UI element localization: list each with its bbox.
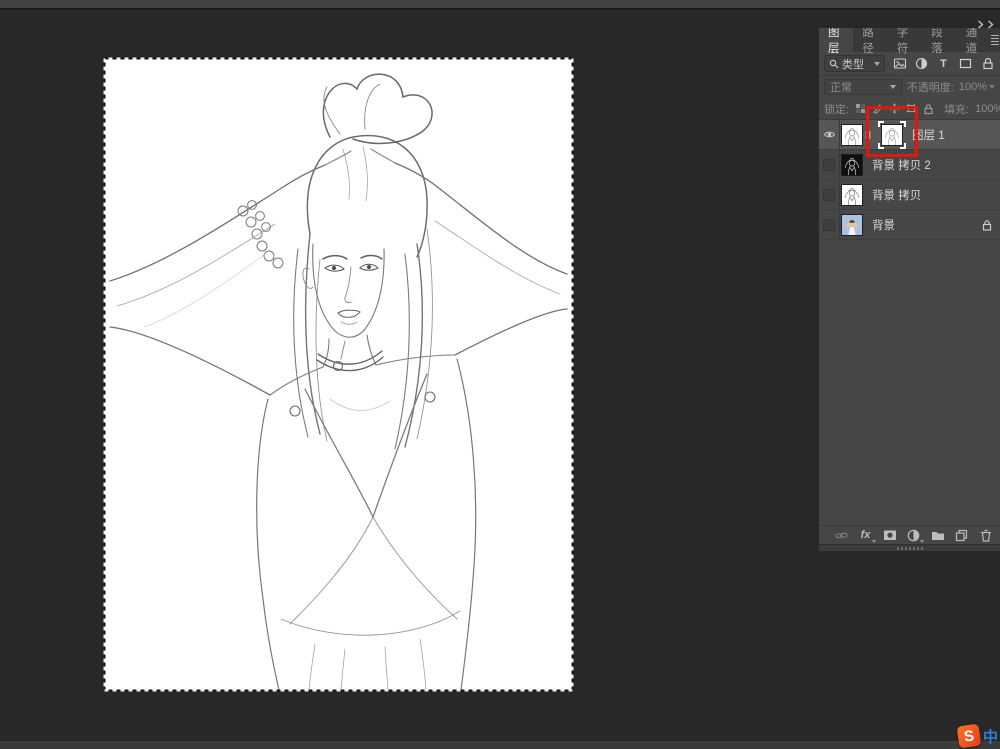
tab-character[interactable]: 字符 [888,28,922,52]
mask-selected-corner [878,121,884,127]
chevron-down-icon [890,85,896,89]
adjustment-layer-button[interactable] [906,528,921,543]
link-layers-button[interactable] [834,528,849,543]
chevron-down-icon [874,62,880,66]
opacity-label: 不透明度: [907,79,954,95]
fill-value: 100% [975,103,1000,115]
mask-selected-corner [878,143,884,149]
window-top-bar [0,0,1000,10]
document-canvas[interactable] [105,59,572,690]
tab-paths[interactable]: 路径 [853,28,887,52]
visibility-toggle[interactable] [819,120,840,149]
lock-label: 锁定: [824,101,849,117]
filter-kind-label: 类型 [842,56,864,72]
chevron-down-icon [920,540,924,543]
ime-lang-indicator[interactable]: 中 [983,726,998,747]
layer-mask-thumbnail[interactable] [881,124,903,146]
eye-icon [823,130,836,139]
delete-layer-button[interactable] [978,528,993,543]
chevron-down-icon [989,85,995,89]
fill-value-select[interactable]: 100% [975,103,1000,115]
panel-tab-bar: 图层 路径 字符 段落 通道 [819,28,1000,52]
tab-paragraph[interactable]: 段落 [922,28,956,52]
lock-all-button[interactable] [923,103,934,115]
hidden-visibility-well [823,189,835,201]
layer-lock-icon [982,219,992,231]
visibility-toggle[interactable] [819,150,840,179]
layer-row-background[interactable]: 背景 [819,210,1000,240]
lock-artboard-button[interactable] [906,103,917,115]
opacity-value-select[interactable]: 100% [959,81,995,93]
mask-selected-corner [900,143,906,149]
layer-name: 背景 拷贝 2 [872,157,931,173]
lock-position-button[interactable] [889,103,900,115]
blend-options-row: 正常 不透明度: 100% [819,76,1000,98]
layers-panel-footer: fx [819,525,1000,544]
layer-effects-button[interactable]: fx [858,528,873,543]
ime-indicator[interactable]: S 中 [958,725,998,747]
lock-transparency-button[interactable] [855,103,866,115]
layer-thumbnail[interactable] [841,214,863,236]
panel-resize-handle[interactable] [819,544,1000,551]
filter-adjustment-layers-icon[interactable] [914,56,929,71]
search-icon [829,59,839,69]
filter-type-layers-icon[interactable]: T [936,56,951,71]
layer-row-layer-1[interactable]: 图层 1 [819,120,1000,150]
tab-layers[interactable]: 图层 [819,28,853,52]
lock-options-row: 锁定: 填充: 100% [819,98,1000,120]
add-mask-button[interactable] [882,528,897,543]
layers-panel: 图层 路径 字符 段落 通道 类型 T [818,28,1000,551]
new-layer-button[interactable] [954,528,969,543]
hidden-visibility-well [823,159,835,171]
fill-label: 填充: [944,101,969,117]
mask-selected-corner [900,121,906,127]
layer-thumbnail[interactable] [841,184,863,206]
layer-filter-row: 类型 T [819,52,1000,76]
visibility-toggle[interactable] [819,180,840,209]
tab-channels[interactable]: 通道 [957,28,991,52]
layer-list: 图层 1 背景 拷贝 2 背景 拷贝 [819,120,1000,240]
layer-name: 背景 [872,217,895,233]
panel-menu-icon[interactable] [991,28,1000,52]
ime-logo[interactable]: S [957,724,982,749]
layer-name: 图层 1 [912,127,945,143]
filter-smart-object-icon[interactable] [980,56,995,71]
group-layers-button[interactable] [930,528,945,543]
filter-shape-layers-icon[interactable] [958,56,973,71]
layer-thumbnail[interactable] [841,154,863,176]
chevron-down-icon [872,540,876,543]
drag-handle-dots [897,547,923,550]
collapse-panels-icon[interactable] [977,20,994,29]
filter-pixel-layers-icon[interactable] [892,56,907,71]
blend-mode-value: 正常 [830,79,852,95]
layer-row-bg-copy[interactable]: 背景 拷贝 [819,180,1000,210]
layer-thumbnail[interactable] [841,124,863,146]
taskbar-strip [0,741,1000,749]
sketch-artwork [105,59,572,690]
hidden-visibility-well [823,219,835,231]
fx-icon: fx [861,529,871,541]
lock-pixels-button[interactable] [872,103,883,115]
mask-link-icon [864,130,872,140]
layer-row-bg-copy-2[interactable]: 背景 拷贝 2 [819,150,1000,180]
blend-mode-select[interactable]: 正常 [824,79,902,95]
visibility-toggle[interactable] [819,210,840,239]
panel-empty-area [819,240,1000,525]
filter-kind-select[interactable]: 类型 [824,55,885,72]
layer-name: 背景 拷贝 [872,187,921,203]
opacity-value: 100% [959,81,987,93]
